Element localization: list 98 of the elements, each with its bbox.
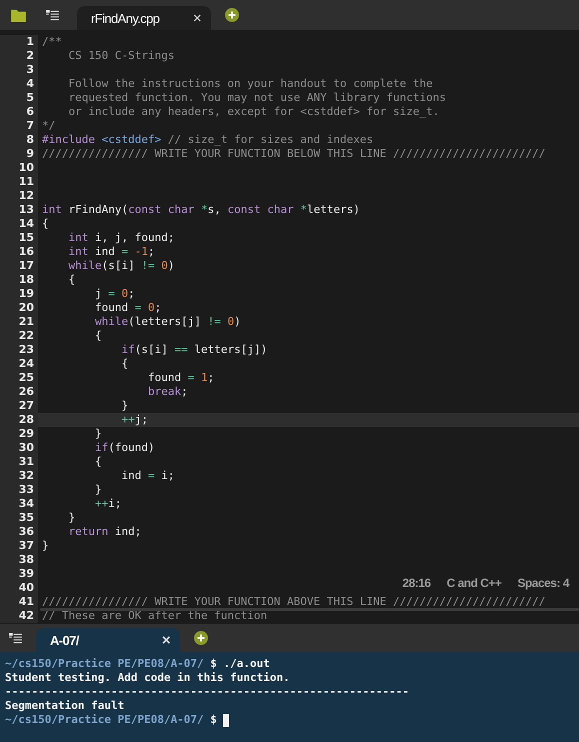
line-number: 26: [0, 385, 38, 399]
close-button[interactable]: ×: [192, 10, 201, 26]
list-icon[interactable]: [9, 632, 22, 644]
line-number: 40: [0, 581, 38, 595]
folder-icon[interactable]: [11, 8, 26, 22]
code-line: int ind = -1;: [67, 245, 155, 258]
code-line: requested function. You may not use ANY library functions: [67, 91, 446, 104]
code-line: CS 150 C-Strings: [67, 49, 174, 62]
line-number: 27: [0, 399, 38, 413]
status-item[interactable]: C and C++: [446, 575, 502, 591]
line-number: 29: [0, 427, 38, 441]
line-number: 12: [0, 189, 38, 203]
line-number: 41: [0, 595, 38, 609]
line-number: 24: [0, 357, 38, 371]
code-line: }: [94, 483, 102, 496]
code-line: //////////////// WRITE YOUR FUNCTION ABOVE THIS LINE ///////////////////////: [42, 595, 546, 608]
code-line: #include <cstddef> // size_t for sizes and indexes: [42, 133, 374, 146]
close-button[interactable]: ×: [162, 632, 170, 648]
code-line: {: [67, 273, 76, 286]
line-number: 37: [0, 539, 38, 553]
status-item[interactable]: 28:16: [402, 575, 431, 591]
line-number: 9: [0, 147, 38, 161]
code-line: while(letters[j] != 0): [94, 315, 241, 328]
line-number: 1: [0, 35, 38, 49]
line-number: 6: [0, 105, 38, 119]
tab-label[interactable]: A-07/: [50, 632, 79, 648]
line-number: 33: [0, 483, 38, 497]
line-number: 13: [0, 203, 38, 217]
code-line: {: [120, 357, 128, 370]
code-line: Follow the instructions on your handout to complete the: [67, 77, 433, 90]
list-icon[interactable]: [46, 10, 59, 20]
file-tab[interactable]: rFindAny.cpp ×: [77, 6, 211, 30]
line-number: 18: [0, 273, 38, 287]
add-tab-icon[interactable]: [194, 631, 208, 645]
terminal-line: ~/cs150/Practice PE/PE08/A-07/ $: [5, 713, 217, 727]
code-line: {: [94, 455, 102, 468]
line-number: 15: [0, 231, 38, 245]
tab-label[interactable]: rFindAny.cpp: [91, 10, 160, 26]
code-line: // These are OK after the function: [42, 609, 268, 622]
terminal-line: Student testing. Add code in this function.: [5, 671, 290, 685]
code-line: //////////////// WRITE YOUR FUNCTION BELOW THIS LINE ///////////////////////: [42, 147, 546, 160]
status-item[interactable]: Spaces: 4: [517, 575, 569, 591]
terminal-panel[interactable]: ~/cs150/Practice PE/PE08/A-07/ $ ./a.out Student testing. Add code in this function. ------------------------------------------------------------- Segmentation fault ~/cs150/Practice PE/PE08/A-07/ $: [0, 652, 579, 742]
line-number: 34: [0, 497, 38, 511]
code-line: j = 0;: [94, 287, 135, 300]
code-line: int i, j, found;: [67, 231, 174, 244]
line-number: 5: [0, 91, 38, 105]
line-number: 16: [0, 245, 38, 259]
line-number: 35: [0, 511, 38, 525]
add-tab-icon[interactable]: [225, 8, 239, 22]
line-number: 38: [0, 553, 38, 567]
line-number: 4: [0, 77, 38, 91]
code-line: }: [94, 427, 102, 440]
code-line: if(found): [94, 441, 155, 454]
terminal-line: Segmentation fault: [5, 699, 124, 713]
line-number: 7: [0, 119, 38, 133]
code-line: while(s[i] != 0): [67, 259, 174, 272]
line-number: 19: [0, 287, 38, 301]
terminal-line: ~/cs150/Practice PE/PE08/A-07/ $ ./a.out: [5, 657, 270, 671]
line-number: 32: [0, 469, 38, 483]
terminal-line: -------------------------------------------------------------: [5, 685, 409, 699]
line-number: 25: [0, 371, 38, 385]
line-number: 22: [0, 329, 38, 343]
line-number: 23: [0, 343, 38, 357]
code-line: found = 0;: [94, 301, 162, 314]
code-line: }: [42, 539, 49, 552]
code-line: ind = i;: [120, 469, 174, 482]
line-number: 8: [0, 133, 38, 147]
line-number: 39: [0, 567, 38, 581]
code-line: if(s[i] == letters[j]): [120, 343, 268, 356]
line-number: 31: [0, 455, 38, 469]
code-line: found = 1;: [146, 371, 214, 384]
text-cursor: [222, 714, 229, 726]
code-line: }: [67, 511, 76, 524]
code-line: /**: [42, 35, 62, 48]
line-number: 20: [0, 301, 38, 315]
line-number: 14: [0, 217, 38, 231]
line-number: 30: [0, 441, 38, 455]
line-number: 21: [0, 315, 38, 329]
code-line: ++j;: [120, 413, 148, 426]
code-line: or include any headers, except for <cstddef> for size_t.: [67, 105, 440, 118]
line-number: 17: [0, 259, 38, 273]
line-number: 2: [0, 49, 38, 63]
code-line: break;: [146, 385, 188, 398]
line-number: 11: [0, 175, 38, 189]
line-number: 42: [0, 609, 38, 623]
code-line: ++i;: [94, 497, 122, 510]
line-number: 10: [0, 161, 38, 175]
code-line: int rFindAny(const char *s, const char *letters): [42, 203, 360, 216]
code-line: {: [42, 217, 49, 230]
code-line: return ind;: [67, 525, 142, 538]
line-number: 28: [0, 413, 38, 427]
code-line: */: [42, 119, 56, 132]
file-tab[interactable]: A-07/ ×: [36, 628, 180, 652]
code-line: {: [94, 329, 102, 342]
line-number: 3: [0, 63, 38, 77]
line-number: 36: [0, 525, 38, 539]
code-line: }: [120, 399, 128, 412]
